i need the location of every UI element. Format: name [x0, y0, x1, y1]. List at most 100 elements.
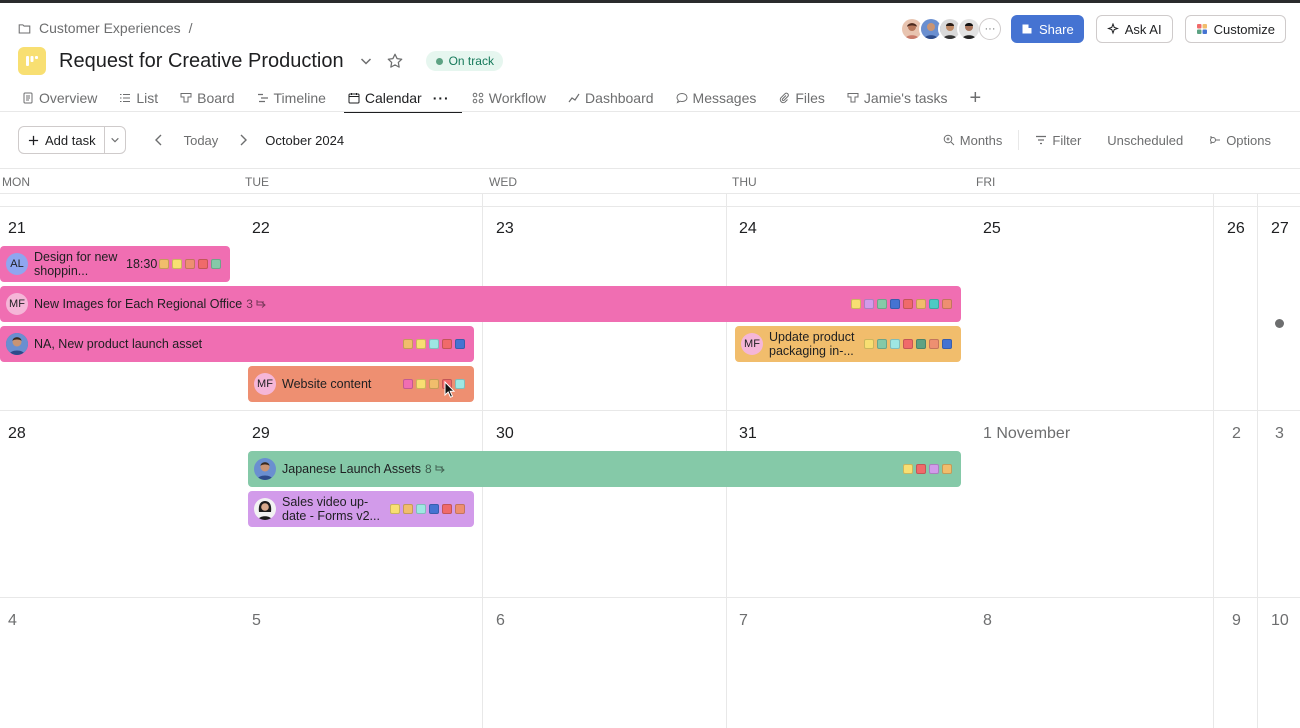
- weekday-header: MON: [2, 175, 30, 189]
- calendar-toolbar-right: Months Filter Unscheduled Options: [943, 126, 1271, 154]
- task-name: Japanese Launch Assets: [282, 462, 421, 476]
- customize-button[interactable]: Customize: [1184, 15, 1286, 43]
- task-bar-design[interactable]: AL Design for new shoppin... 18:30: [0, 246, 230, 282]
- status-badge[interactable]: On track: [425, 51, 503, 71]
- toolbar-divider-line: [0, 168, 1300, 169]
- ask-ai-button[interactable]: Ask AI: [1095, 15, 1173, 43]
- task-name: Update product packaging in-...: [769, 330, 855, 358]
- day-number[interactable]: 4: [8, 612, 17, 630]
- day-number[interactable]: 1 November: [983, 425, 1070, 443]
- tab-label: Workflow: [488, 90, 547, 106]
- list-icon: [120, 94, 131, 102]
- subtask-count-value: 3: [246, 297, 253, 311]
- tab-list[interactable]: List: [119, 84, 158, 112]
- day-number[interactable]: 2: [1232, 425, 1241, 443]
- day-number[interactable]: 26: [1227, 220, 1245, 238]
- add-tab-button[interactable]: +: [970, 84, 982, 112]
- week-row-divider: [0, 410, 1300, 411]
- more-members-button[interactable]: ···: [979, 18, 1002, 40]
- tab-more-button[interactable]: ···: [433, 90, 450, 106]
- chevron-down-icon: [110, 137, 119, 143]
- day-number[interactable]: 8: [983, 612, 992, 630]
- member-avatars[interactable]: ···: [900, 17, 1002, 41]
- tab-jamies-tasks[interactable]: Jamie's tasks: [847, 84, 948, 112]
- next-month-button[interactable]: [234, 131, 252, 149]
- week-row-divider: [0, 206, 1300, 207]
- unscheduled-button[interactable]: Unscheduled: [1107, 133, 1183, 148]
- task-name: NA, New product launch asset: [34, 337, 203, 351]
- breadcrumb[interactable]: Customer Experiences /: [18, 20, 193, 36]
- tab-dashboard[interactable]: Dashboard: [568, 84, 654, 112]
- calendar-toolbar: Add task Today October 2024: [18, 126, 344, 154]
- day-number[interactable]: 10: [1271, 612, 1289, 630]
- customize-icon: [1196, 24, 1207, 34]
- options-icon: [1210, 136, 1221, 144]
- day-number[interactable]: 5: [252, 612, 261, 630]
- task-bar-product-launch[interactable]: NA, New product launch asset: [0, 326, 474, 362]
- doc-icon: [23, 92, 33, 104]
- today-button[interactable]: Today: [184, 133, 219, 148]
- day-number[interactable]: 23: [496, 220, 514, 238]
- sparkle-icon: [1106, 23, 1119, 35]
- tab-messages[interactable]: Messages: [676, 84, 757, 112]
- day-number[interactable]: 9: [1232, 612, 1241, 630]
- plus-icon: [28, 135, 39, 145]
- unscheduled-label: Unscheduled: [1107, 132, 1184, 148]
- day-number[interactable]: 3: [1275, 425, 1284, 443]
- star-icon[interactable]: [386, 52, 404, 70]
- workflow-icon: [472, 92, 484, 104]
- filter-icon: [1036, 135, 1047, 145]
- task-bar-regional-images[interactable]: MF New Images for Each Regional Office 3: [0, 286, 961, 322]
- tabs-divider: [0, 111, 1300, 112]
- subtask-icon: [256, 300, 266, 308]
- months-zoom-button[interactable]: Months: [943, 133, 1002, 148]
- tab-board[interactable]: Board: [180, 84, 235, 112]
- day-number[interactable]: 25: [983, 220, 1001, 238]
- task-bar-packaging[interactable]: MF Update product packaging in-...: [735, 326, 961, 362]
- current-month-label: October 2024: [265, 132, 345, 148]
- chevron-down-icon[interactable]: [358, 53, 374, 69]
- previous-month-button[interactable]: [150, 131, 168, 149]
- task-name: Design for new shoppin...: [34, 250, 118, 278]
- mouse-pointer-icon: [444, 381, 456, 398]
- ask-ai-label: Ask AI: [1124, 21, 1162, 37]
- day-number[interactable]: 24: [739, 220, 757, 238]
- paperclip-icon: [780, 92, 790, 104]
- day-number[interactable]: 7: [739, 612, 748, 630]
- avatar: MF: [6, 293, 28, 315]
- subtask-count: 3: [246, 297, 267, 311]
- day-number[interactable]: 31: [739, 425, 757, 443]
- add-task-button[interactable]: Add task: [19, 127, 105, 153]
- day-number[interactable]: 29: [252, 425, 270, 443]
- task-bar-website-content[interactable]: MF Website content: [248, 366, 474, 402]
- day-number[interactable]: 27: [1271, 220, 1289, 238]
- tab-calendar[interactable]: Calendar ···: [343, 84, 462, 113]
- day-number[interactable]: 22: [252, 220, 270, 238]
- day-number[interactable]: 6: [496, 612, 505, 630]
- board-icon: [847, 93, 859, 103]
- tab-files[interactable]: Files: [778, 84, 825, 112]
- add-task-dropdown[interactable]: [105, 127, 125, 153]
- day-number[interactable]: 30: [496, 425, 514, 443]
- breadcrumb-separator: /: [188, 20, 193, 36]
- breadcrumb-parent[interactable]: Customer Experiences: [39, 20, 181, 36]
- tab-overview[interactable]: Overview: [22, 84, 97, 112]
- status-label: On track: [448, 54, 494, 68]
- day-number[interactable]: 28: [8, 425, 26, 443]
- filter-button[interactable]: Filter: [1035, 133, 1081, 148]
- board-icon: [180, 93, 192, 103]
- task-name: Website content: [282, 377, 372, 391]
- tab-timeline[interactable]: Timeline: [257, 84, 326, 112]
- task-tags: [403, 339, 465, 349]
- page-title: Request for Creative Production: [59, 49, 344, 72]
- header-actions: ··· Share Ask AI Customize: [900, 15, 1286, 43]
- options-button[interactable]: Options: [1209, 133, 1271, 148]
- tab-workflow[interactable]: Workflow: [472, 84, 546, 112]
- building-icon: [1022, 24, 1032, 34]
- share-button[interactable]: Share: [1011, 15, 1084, 43]
- task-bar-sales-video[interactable]: Sales video up-date - Forms v2...: [248, 491, 474, 527]
- tab-label: Messages: [692, 90, 757, 106]
- task-bar-japanese-launch[interactable]: Japanese Launch Assets 8: [248, 451, 961, 487]
- avatar[interactable]: [957, 17, 982, 41]
- day-number[interactable]: 21: [8, 220, 26, 238]
